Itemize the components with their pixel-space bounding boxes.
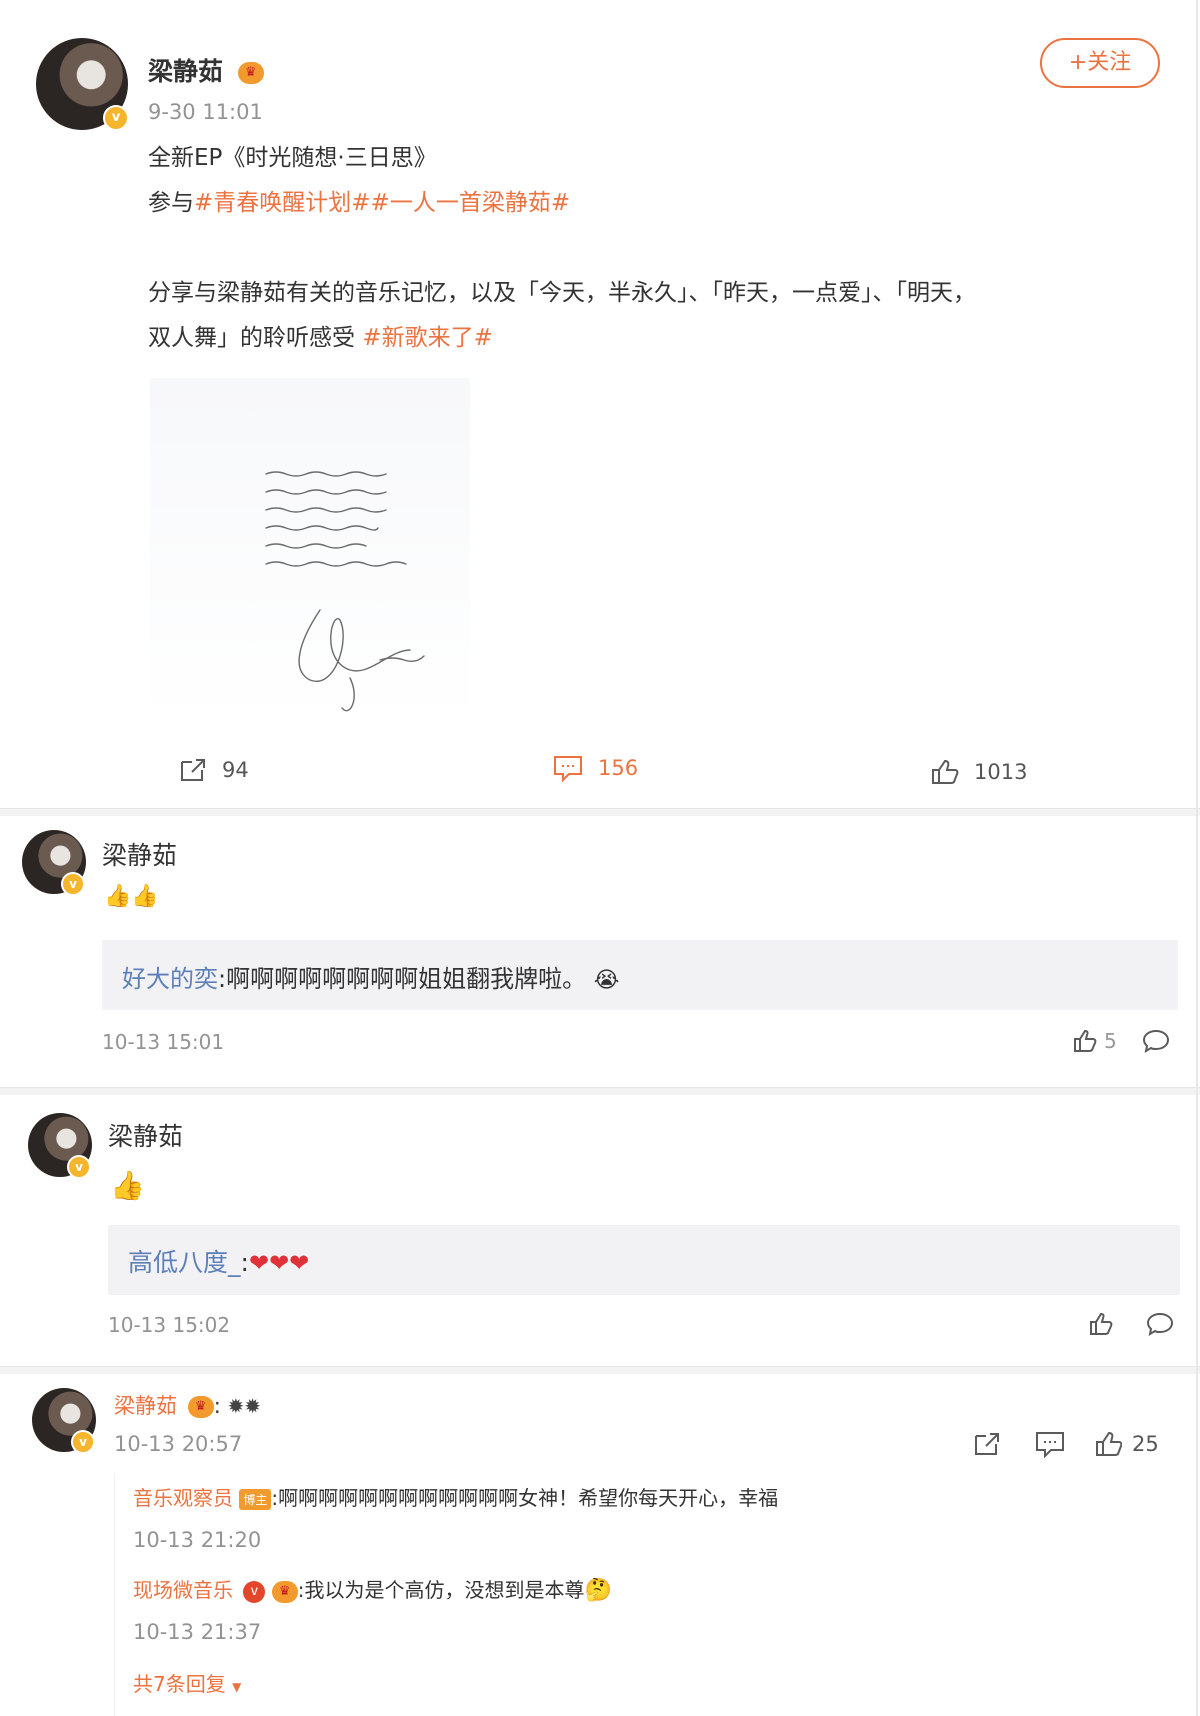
nested-reply: 现场微音乐 v ♛:我以为是个高仿，没想到是本尊🤔 <box>133 1574 612 1603</box>
reply-bubble-icon <box>1146 1312 1174 1337</box>
repost-count: 94 <box>222 758 249 782</box>
thumbs-up-icon <box>1096 1431 1122 1456</box>
commenter-name[interactable]: 梁静茹 <box>102 836 177 872</box>
author-name[interactable]: 梁静茹 ♛ <box>148 52 264 88</box>
comment-timestamp: 10-13 15:01 <box>102 1030 225 1054</box>
crown-badge-icon: ♛ <box>237 62 264 84</box>
nested-replies: 音乐观察员 博主:啊啊啊啊啊啊啊啊啊啊啊啊女神！希望你每天开心，幸福 10-13… <box>114 1474 1174 1716</box>
like-button[interactable]: 25 <box>1094 1430 1159 1458</box>
comment-timestamp: 10-13 20:57 <box>114 1432 243 1456</box>
like-button[interactable]: 1013 <box>930 758 1027 786</box>
comment-icon <box>554 756 582 782</box>
comment-icon <box>1036 1432 1064 1458</box>
comment-like-button[interactable] <box>1088 1311 1114 1337</box>
comment-like-count: 5 <box>1104 1029 1117 1053</box>
thumbs-up-emoji-pair: 👍👍 <box>104 884 159 909</box>
comment-like-button[interactable]: 5 <box>1072 1028 1117 1054</box>
crown-badge-icon: ♛ <box>187 1396 214 1418</box>
repost-button[interactable] <box>972 1430 1002 1458</box>
comment-item: v 梁静茹 👍👍 好大的奕:啊啊啊啊啊啊啊啊姐姐翻我牌啦。 😭 10-13 15… <box>0 816 1200 1086</box>
crown-badge-icon: ♛ <box>271 1580 298 1603</box>
post-line-2: 参与#青春唤醒计划##一人一首梁静茹# <box>148 190 571 216</box>
reply-button[interactable] <box>1142 1028 1170 1054</box>
post-line-3: 分享与梁静茹有关的音乐记忆，以及「今天，半永久」、「昨天，一点爱」、「明天， <box>148 280 976 306</box>
like-count: 1013 <box>974 760 1028 784</box>
repost-button[interactable]: 94 <box>178 756 249 784</box>
reply-bubble-icon <box>1142 1029 1170 1054</box>
reply-nickname[interactable]: 现场微音乐 <box>133 1578 233 1602</box>
quoted-reply-box[interactable]: 好大的奕:啊啊啊啊啊啊啊啊姐姐翻我牌啦。 😭 <box>102 940 1178 1010</box>
post-line-1: 全新EP《时光随想·三日思》 <box>148 145 437 171</box>
post-card: v 梁静茹 ♛ 9-30 11:01 +关注 全新EP《时光随想·三日思》 参与… <box>0 0 1200 810</box>
reply-button[interactable] <box>1146 1311 1174 1337</box>
verified-icon: v <box>61 872 85 896</box>
hearts-emoji: ❤❤❤ <box>248 1249 310 1277</box>
reply-nickname[interactable]: 高低八度_ <box>128 1248 241 1277</box>
verified-icon: v <box>103 105 129 131</box>
reply-text: :啊啊啊啊啊啊啊啊啊啊啊啊女神！希望你每天开心，幸福 <box>271 1486 779 1510</box>
commenter-name-row: 梁静茹 ♛: ✹✹ <box>114 1394 261 1418</box>
thinking-emoji-icon: 🤔 <box>584 1578 612 1603</box>
comment-item: v 梁静茹 👍 高低八度_:❤❤❤ 10-13 15:02 <box>0 1095 1200 1365</box>
comment-button[interactable]: 156 <box>552 754 638 782</box>
section-divider <box>0 1087 1200 1095</box>
more-replies-link[interactable]: 共7条回复 ▼ <box>133 1668 241 1697</box>
comment-button[interactable] <box>1034 1430 1066 1458</box>
reply-timestamp: 10-13 21:37 <box>133 1620 262 1644</box>
verified-icon: v <box>67 1155 91 1179</box>
reply-nickname[interactable]: 好大的奕 <box>122 965 218 993</box>
post-image-handwritten-letter[interactable] <box>150 378 470 723</box>
like-count: 25 <box>1132 1432 1159 1456</box>
comment-count: 156 <box>598 756 639 780</box>
verified-red-icon: v <box>243 1580 266 1603</box>
sparkle-emoji-icons: ✹✹ <box>227 1394 261 1418</box>
reply-nickname[interactable]: 音乐观察员 <box>133 1486 233 1510</box>
thumbs-up-icon <box>932 759 959 784</box>
thumbs-up-icon <box>1074 1029 1097 1052</box>
commenter-name[interactable]: 梁静茹 <box>108 1117 183 1153</box>
comment-item: v 梁静茹 ♛: ✹✹ 10-13 20:57 25 音乐观察员 博主:啊啊啊啊… <box>0 1374 1200 1716</box>
reply-timestamp: 10-13 21:20 <box>133 1528 262 1552</box>
thumbs-up-emoji: 👍 <box>110 1169 145 1202</box>
follow-button[interactable]: +关注 <box>1040 38 1160 88</box>
caret-down-icon: ▼ <box>232 1680 242 1694</box>
section-divider <box>0 808 1200 816</box>
crying-emoji-icon: 😭 <box>593 968 620 993</box>
quoted-reply-box[interactable]: 高低八度_:❤❤❤ <box>108 1225 1180 1295</box>
thumbs-up-icon <box>1090 1312 1113 1335</box>
right-edge-border <box>1196 0 1198 1716</box>
hashtag-link[interactable]: #青春唤醒计划##一人一首梁静茹# <box>194 190 570 216</box>
blogger-badge: 博主 <box>239 1489 272 1510</box>
author-name-text[interactable]: 梁静茹 <box>148 57 223 86</box>
commenter-name[interactable]: 梁静茹 <box>114 1394 177 1418</box>
post-timestamp[interactable]: 9-30 11:01 <box>148 100 263 124</box>
post-text: 全新EP《时光随想·三日思》 参与#青春唤醒计划##一人一首梁静茹# 分享与梁静… <box>148 136 1158 361</box>
verified-icon: v <box>71 1430 95 1454</box>
handwriting-illustration <box>265 471 425 712</box>
repost-icon <box>975 1433 999 1455</box>
reply-text: :我以为是个高仿，没想到是本尊 <box>297 1578 585 1602</box>
repost-icon <box>181 759 205 781</box>
reply-text: : <box>240 1248 249 1277</box>
hashtag-link-new-song[interactable]: #新歌来了# <box>362 325 493 351</box>
reply-text: :啊啊啊啊啊啊啊啊姐姐翻我牌啦。 <box>218 965 587 993</box>
section-divider <box>0 1366 1200 1374</box>
post-line-4: 双人舞」的聆听感受 #新歌来了# <box>148 325 493 351</box>
nested-reply: 音乐观察员 博主:啊啊啊啊啊啊啊啊啊啊啊啊女神！希望你每天开心，幸福 <box>133 1482 778 1511</box>
comment-timestamp: 10-13 15:02 <box>108 1313 231 1337</box>
